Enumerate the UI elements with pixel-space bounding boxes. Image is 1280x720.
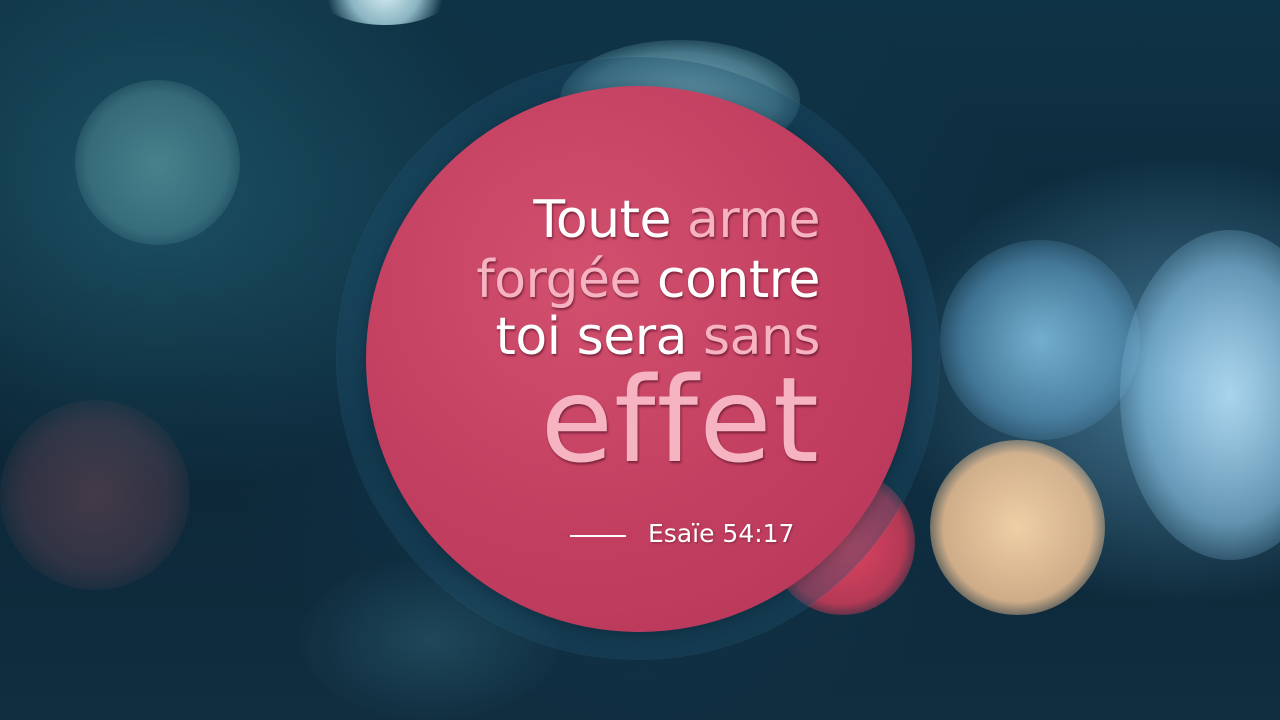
quote-line-4: effet	[540, 351, 820, 489]
quote-word: Toute	[533, 190, 688, 250]
quote-word-accent: forgée	[476, 250, 658, 310]
bokeh-light	[940, 240, 1140, 440]
bokeh-light	[75, 80, 240, 245]
quote-line-1: Toute arme	[533, 190, 820, 250]
reference-rule	[570, 535, 626, 537]
bokeh-light	[315, 0, 455, 25]
bokeh-background: Toute arme forgée contre toi sera sans e…	[0, 0, 1280, 720]
bokeh-light	[1120, 230, 1280, 560]
verse-reference: Esaïe 54:17	[648, 519, 795, 548]
bokeh-light	[930, 440, 1105, 615]
quote-line-2: forgée contre	[476, 250, 820, 310]
verse-quote: Toute arme forgée contre toi sera sans e…	[440, 190, 820, 490]
quote-word-accent: arme	[687, 190, 820, 250]
quote-word: contre	[657, 250, 820, 310]
bokeh-light	[0, 400, 190, 590]
